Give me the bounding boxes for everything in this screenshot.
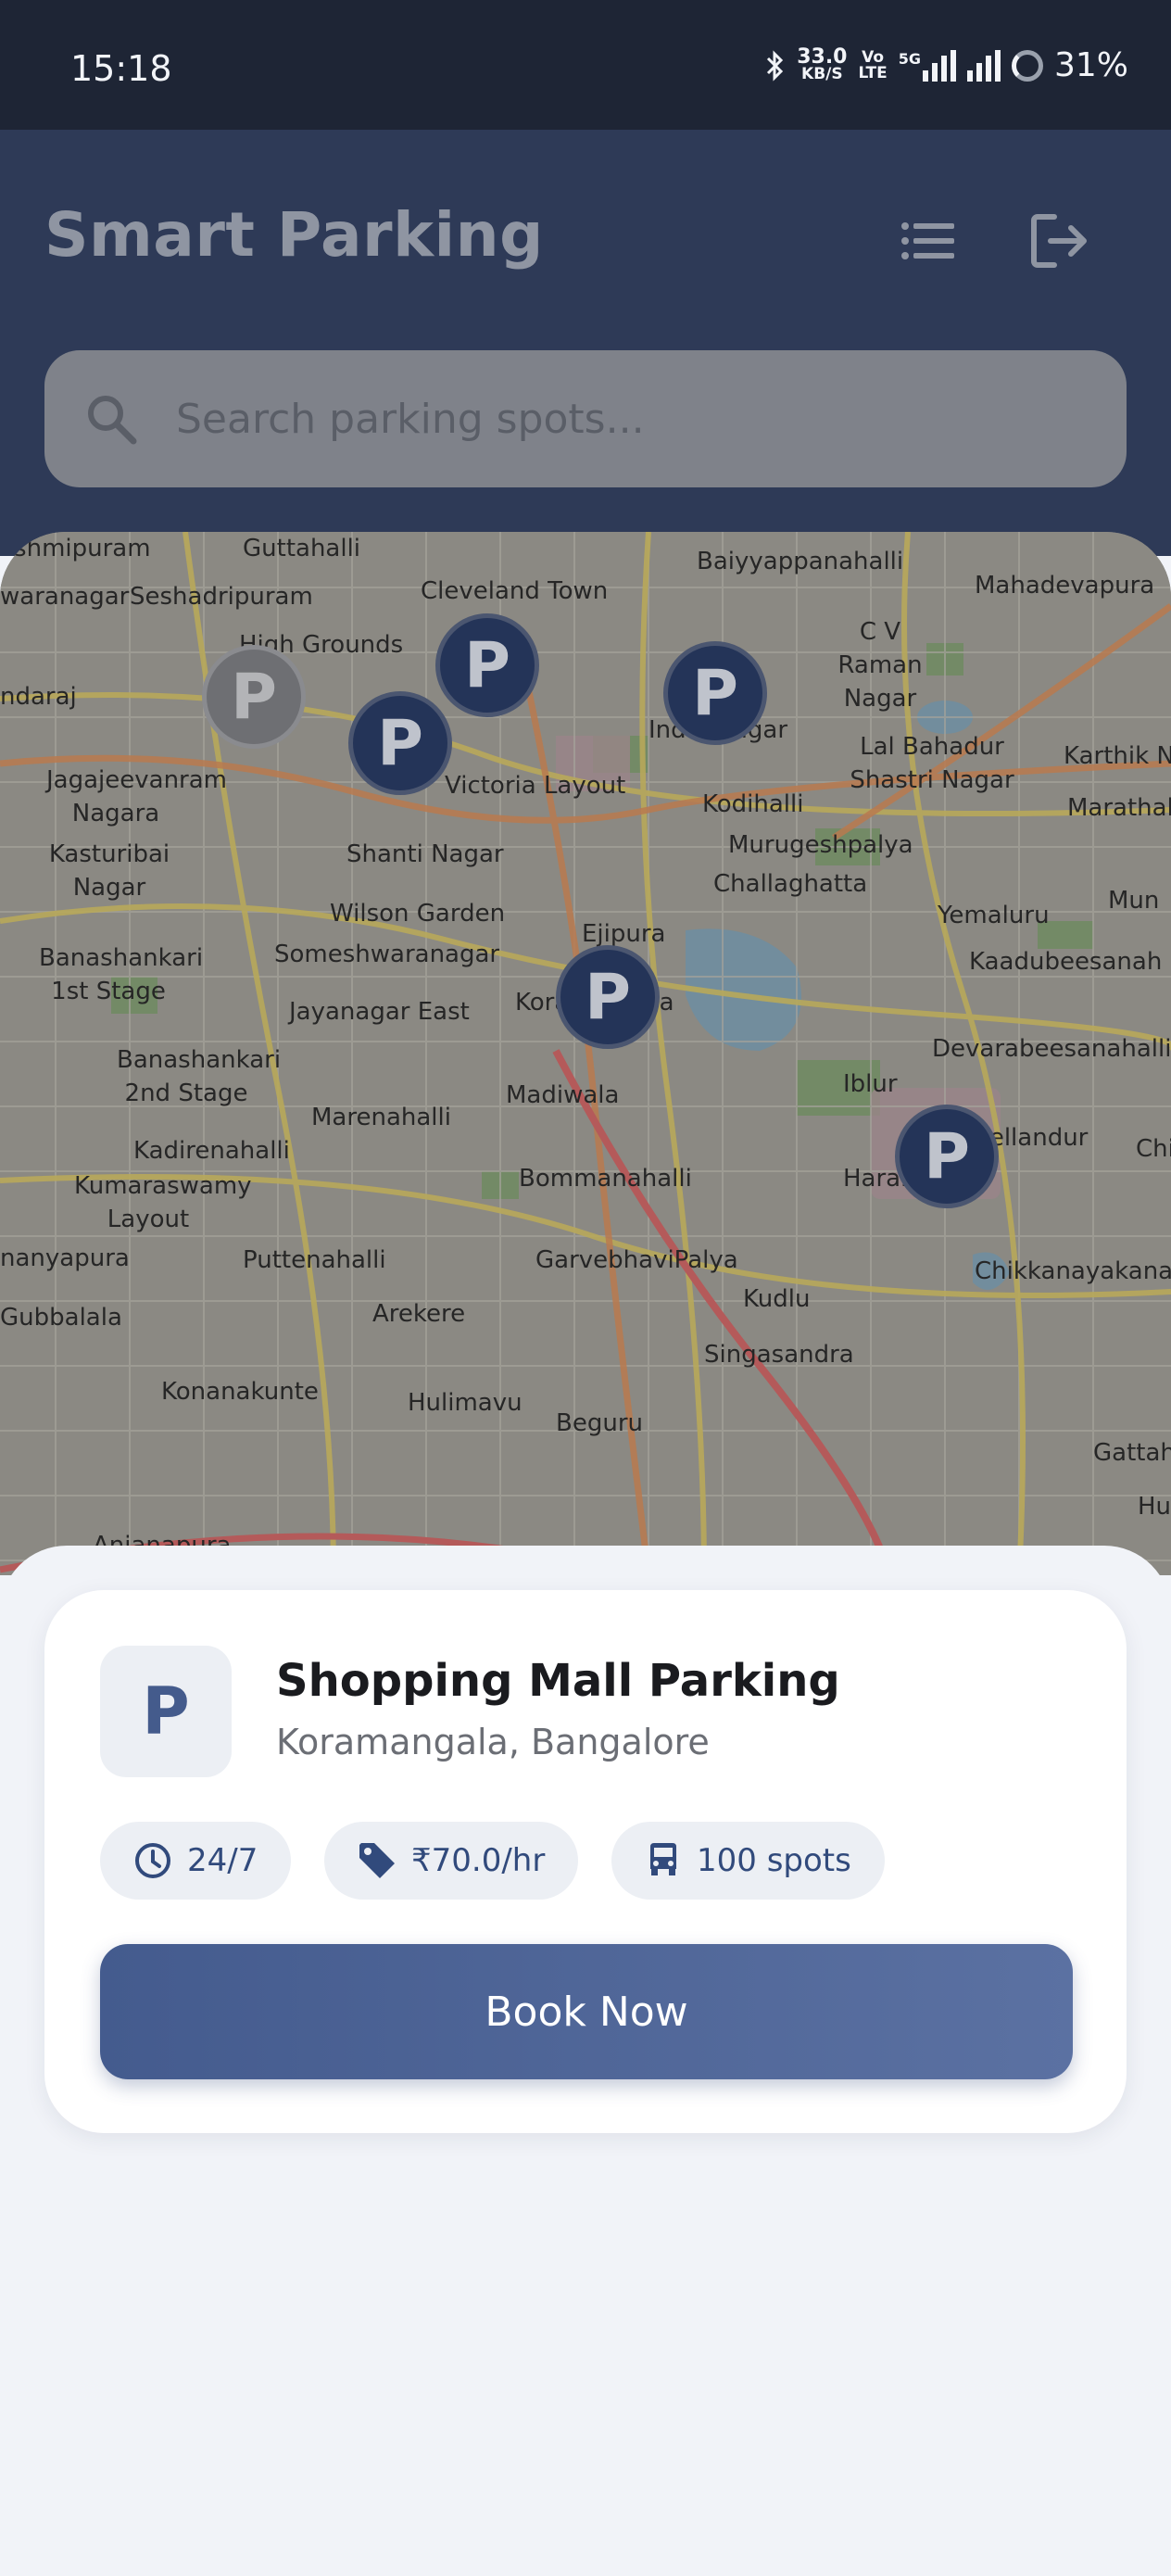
map-place-label: Kodihalli (702, 790, 804, 818)
rate-label: ₹70.0/hr (411, 1842, 546, 1879)
parking-details-card: P Shopping Mall Parking Koramangala, Ban… (44, 1590, 1127, 2133)
map-place-label: Baiyyappanahalli (697, 548, 904, 575)
signal-bars-icon (922, 49, 956, 82)
parking-location: Koramangala, Bangalore (276, 1722, 710, 1762)
map-place-label: Jayanagar East (289, 998, 470, 1026)
status-time: 15:18 (70, 48, 172, 89)
map-place-label: Marathahal (1067, 794, 1171, 822)
map-place-label: Arekere (372, 1300, 466, 1328)
map-place-label: Wilson Garden (330, 900, 506, 928)
battery-percent: 31% (1053, 46, 1128, 84)
map-place-label: Lal Bahadur Shastri Nagar (850, 733, 1014, 794)
network-speed: 33.0 KB/S (797, 45, 848, 83)
app-title: Smart Parking (44, 199, 544, 271)
map-place-label: Banashankari 2nd Stage (117, 1046, 282, 1107)
bluetooth-icon (767, 49, 784, 82)
map-place-label: Kadirenahalli (133, 1137, 290, 1165)
volte-indicator: Vo LTE (858, 47, 888, 82)
app-header: Smart Parking (0, 130, 1171, 556)
map-place-label: Konanakunte (161, 1378, 319, 1406)
map-place-label: Victoria Layout (445, 772, 626, 800)
map-place-label: Hu (1138, 1493, 1171, 1521)
map-place-label: Kaadubeesanah (969, 948, 1163, 976)
rate-chip: ₹70.0/hr (324, 1822, 579, 1900)
logout-button[interactable] (1023, 204, 1097, 278)
map-place-label: Jagajeevanram Nagara (46, 766, 227, 827)
map-place-label: kshmipuram (0, 535, 151, 562)
map-place-label: Iblur (843, 1070, 898, 1098)
parking-icon: P (100, 1646, 232, 1777)
map-place-label: Bommanahalli (519, 1165, 692, 1193)
map-place-label: Chikkanayakanahal (975, 1257, 1171, 1285)
map-place-label: Beguru (556, 1409, 643, 1437)
map-place-label: nanyapura (0, 1244, 130, 1272)
map-place-label: Singasandra (704, 1341, 854, 1369)
map-place-label: Puttenahalli (243, 1246, 386, 1274)
map-place-label: Gubbalala (0, 1304, 122, 1332)
map-place-label: Cleveland Town (421, 577, 609, 605)
parking-marker[interactable]: P (663, 641, 767, 745)
map-place-label: Gattaha (1093, 1439, 1171, 1467)
battery-ring-icon (1011, 49, 1043, 82)
map-place-label: Seshadripuram (130, 583, 313, 611)
map-place-label: Yemaluru (938, 902, 1050, 929)
signal-bars-icon (966, 49, 1001, 82)
hours-chip: 24/7 (100, 1822, 292, 1900)
search-input[interactable] (176, 387, 1084, 450)
map-place-label: C V Raman Nagar (837, 618, 923, 713)
logout-icon (1031, 214, 1087, 268)
hours-label: 24/7 (187, 1842, 258, 1879)
clock-icon (135, 1843, 170, 1878)
map-place-label: Chi (1136, 1135, 1171, 1163)
parking-marker[interactable]: P (435, 613, 539, 717)
map-place-label: Devarabeesanahalli (932, 1035, 1171, 1063)
price-tag-icon (359, 1843, 395, 1878)
search-icon (88, 396, 137, 445)
map-place-label: Hulimavu (408, 1389, 523, 1417)
map-place-label: Murugeshpalya (728, 831, 913, 859)
map-view[interactable]: kshmipuram Guttahalli Baiyyappanahalli M… (0, 532, 1171, 1575)
map-place-label: Kumaraswamy Layout (74, 1172, 252, 1233)
signal-5g: 5G (899, 49, 956, 82)
map-place-label: Karthik Nag (1064, 742, 1171, 770)
bottom-sheet: P Shopping Mall Parking Koramangala, Ban… (0, 1546, 1171, 2576)
map-place-label: Marenahalli (311, 1104, 451, 1131)
map-place-label: Kudlu (743, 1285, 811, 1313)
spots-chip: 100 spots (611, 1822, 885, 1900)
parking-marker[interactable]: P (895, 1105, 999, 1208)
spots-label: 100 spots (697, 1842, 851, 1879)
status-indicators: 33.0 KB/S Vo LTE 5G 31% (765, 46, 1128, 84)
parking-marker[interactable]: P (556, 945, 660, 1049)
search-bar[interactable] (44, 350, 1127, 487)
parking-marker[interactable]: P (348, 691, 452, 795)
map-place-label: Madiwala (506, 1081, 620, 1109)
map-place-label: Mun (1108, 887, 1160, 915)
parking-name: Shopping Mall Parking (276, 1655, 840, 1707)
map-place-label: Shanti Nagar (346, 840, 504, 868)
book-now-button[interactable]: Book Now (100, 1944, 1073, 2079)
map-place-label: ndaraj (0, 683, 77, 711)
map-place-label: GarvebhaviPalya (535, 1246, 738, 1274)
map-place-label: Kasturibai Nagar (48, 840, 170, 902)
map-place-label: Someshwaranagar (274, 941, 500, 968)
map-place-label: Ejipura (582, 920, 666, 948)
map-place-label: Banashankari 1st Stage (39, 944, 204, 1005)
map-place-label: Mahadevapura (975, 572, 1155, 600)
map-place-label: Challaghatta (713, 870, 868, 898)
status-bar: 15:18 33.0 KB/S Vo LTE 5G 31% (0, 0, 1171, 130)
list-icon (901, 222, 954, 259)
car-icon (650, 1843, 676, 1875)
map-place-label: Guttahalli (243, 535, 361, 562)
parking-marker[interactable]: P (202, 645, 306, 749)
list-view-button[interactable] (891, 204, 965, 278)
map-place-label: waranagar (0, 583, 130, 611)
